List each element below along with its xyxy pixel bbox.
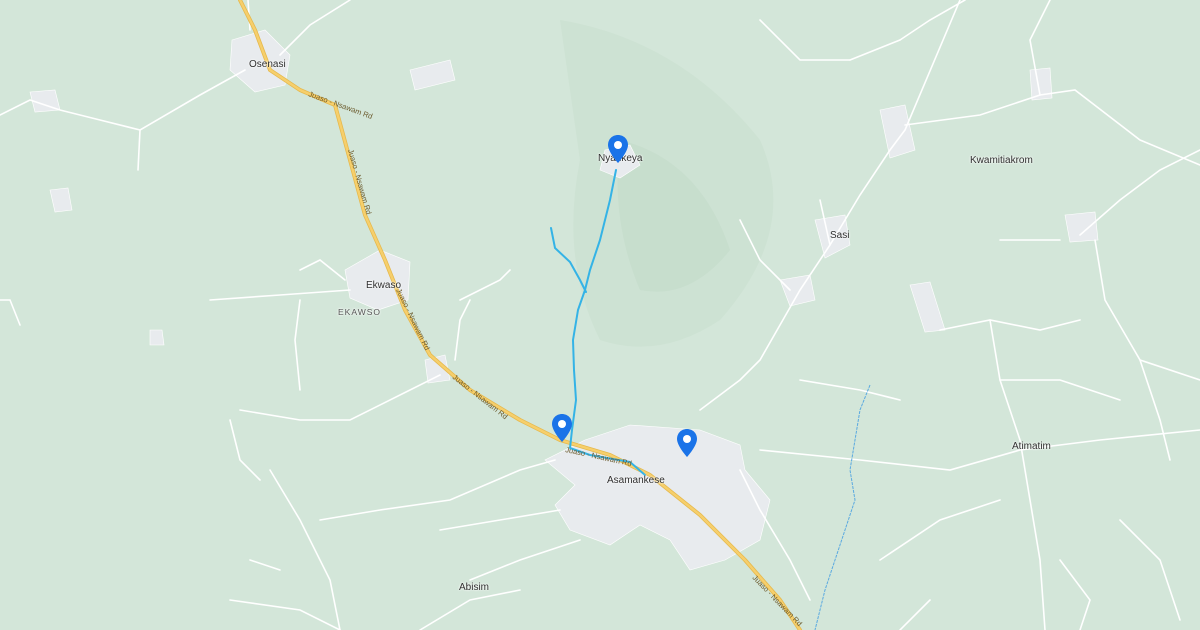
place-label-abisim[interactable]: Abisim <box>459 582 489 593</box>
map-pin-icon[interactable] <box>676 428 698 458</box>
map-pin-icon[interactable] <box>607 134 629 164</box>
town-areas <box>29 29 1099 571</box>
road-label: Juaso - Nsawam Rd <box>346 148 373 215</box>
map-canvas[interactable]: Juaso - Nsawam Rd Juaso - Nsawam Rd Juas… <box>0 0 1200 630</box>
place-label-kwamitiakrom[interactable]: Kwamitiakrom <box>970 155 1033 166</box>
road-label: Juaso - Nsawam Rd <box>451 372 510 421</box>
map-pin-icon[interactable] <box>551 413 573 443</box>
region-label-ekawso: EKAWSO <box>338 307 381 317</box>
place-label-ekwaso[interactable]: Ekwaso <box>366 280 401 291</box>
road-label: Juaso - Nsawam Rd <box>751 573 804 628</box>
place-label-asamankese[interactable]: Asamankese <box>607 475 665 486</box>
road-label: Juaso - Nsawam Rd <box>394 287 432 352</box>
place-label-osenasi[interactable]: Osenasi <box>249 59 286 70</box>
map-layer: Juaso - Nsawam Rd Juaso - Nsawam Rd Juas… <box>0 0 1200 630</box>
place-label-atimatim[interactable]: Atimatim <box>1012 441 1051 452</box>
river <box>814 384 871 630</box>
place-label-sasi[interactable]: Sasi <box>830 230 849 241</box>
road-label: Juaso - Nsawam Rd <box>307 89 374 121</box>
